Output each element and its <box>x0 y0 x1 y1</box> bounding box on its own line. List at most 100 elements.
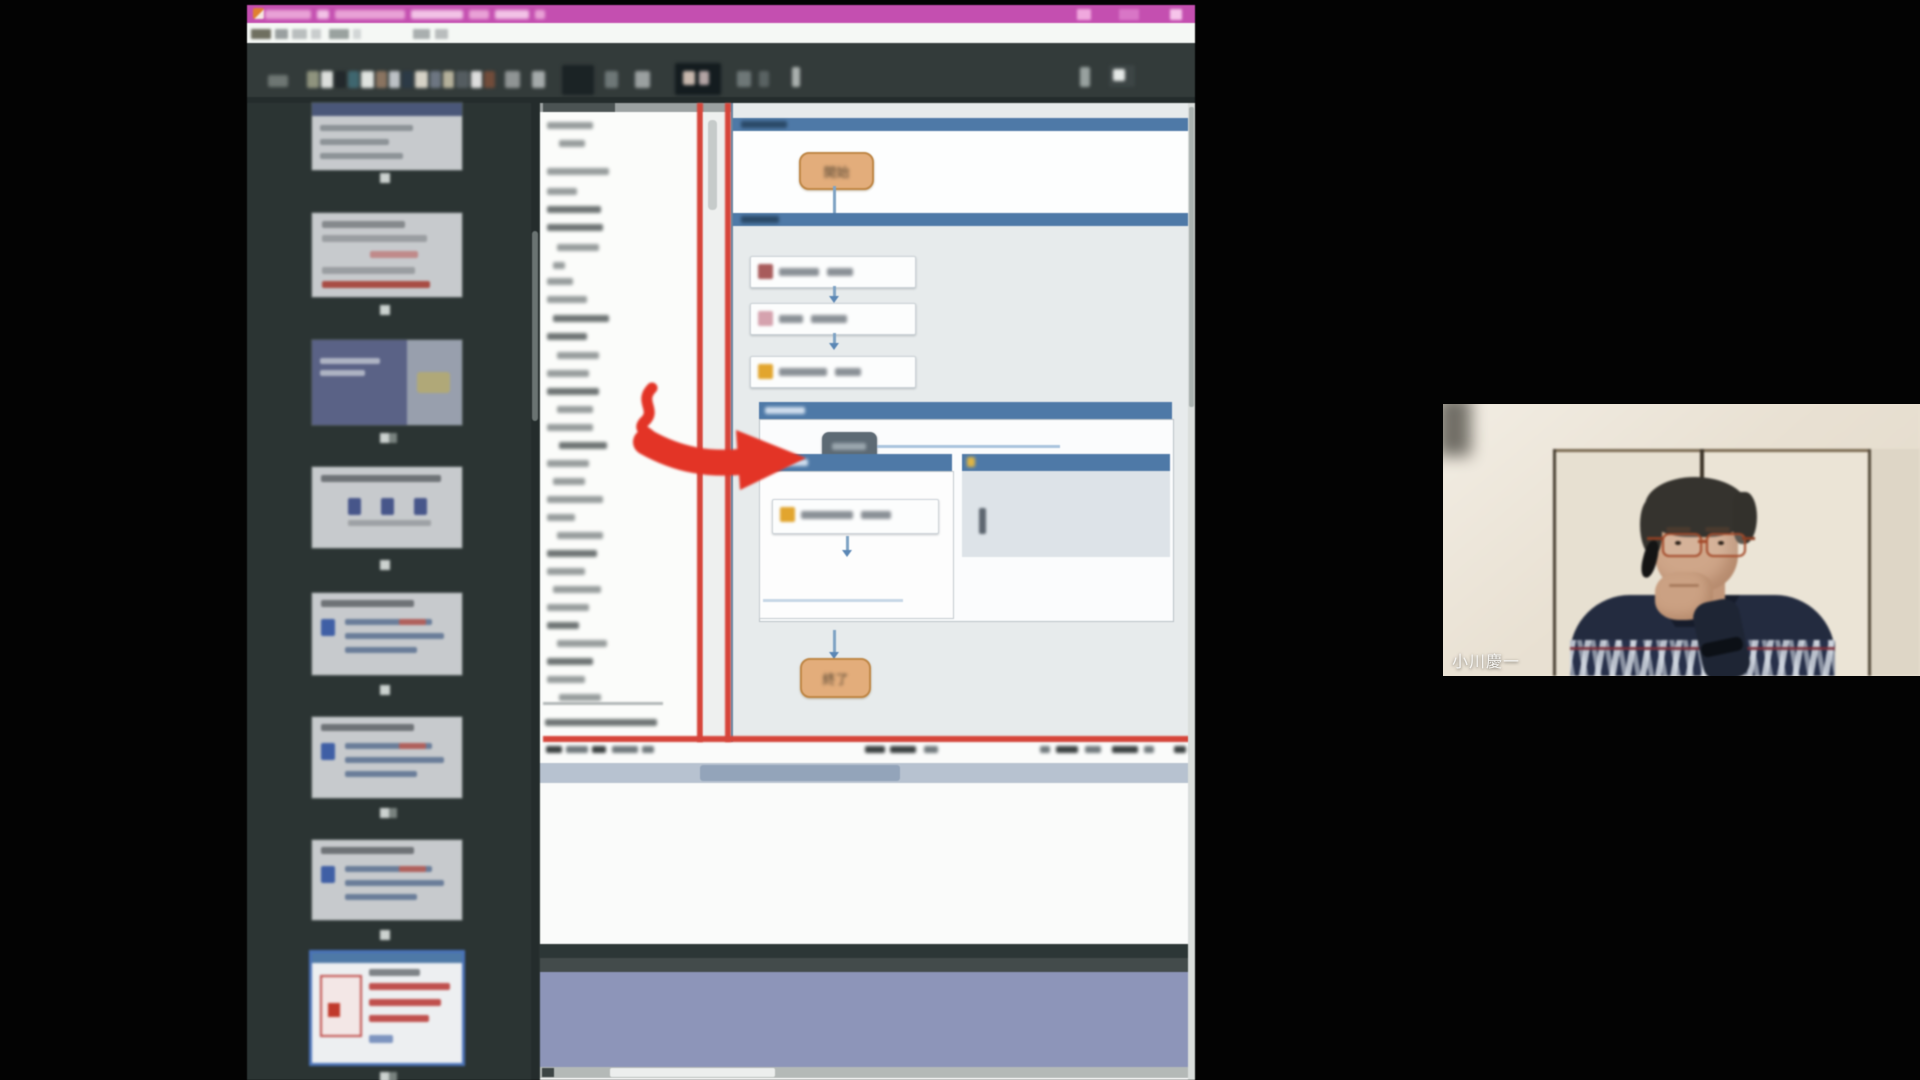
window-title-blob <box>495 10 529 19</box>
wall-right-strip <box>1871 449 1920 676</box>
thumbnail-scrollbar[interactable] <box>531 103 539 1080</box>
minimize-button[interactable] <box>1077 9 1091 20</box>
ribbon-icon[interactable] <box>389 71 400 88</box>
ribbon-icon[interactable] <box>792 67 800 87</box>
window-titlebar[interactable] <box>247 5 1195 23</box>
connector-arrow <box>829 343 839 350</box>
ribbon-icon[interactable] <box>430 71 441 88</box>
slide-number-badge <box>380 433 390 443</box>
outline-row <box>547 224 603 231</box>
outline-row <box>547 550 597 557</box>
outline-row <box>547 278 573 285</box>
toolbar-icon[interactable] <box>311 29 321 39</box>
ribbon-icon[interactable] <box>699 71 709 85</box>
ribbon-icon[interactable] <box>376 71 387 88</box>
toolbar-icon[interactable] <box>353 29 361 39</box>
presentation-app-icon <box>253 8 264 19</box>
slide-dark-band-2 <box>540 958 1190 972</box>
ribbon-icon[interactable] <box>505 71 520 88</box>
slide-thumbnail[interactable] <box>312 467 462 548</box>
ribbon-icon[interactable] <box>268 75 288 87</box>
outline-row <box>545 719 657 726</box>
ribbon-icon[interactable] <box>605 71 618 88</box>
slide-number-badge <box>380 1072 390 1080</box>
slide-thumbnail[interactable] <box>312 213 462 297</box>
ribbon-icon[interactable] <box>737 71 751 87</box>
knuckle-line <box>1669 584 1699 587</box>
maximize-button[interactable] <box>1119 9 1139 20</box>
toolbar-icon[interactable] <box>413 29 430 39</box>
connector-arrow <box>829 296 839 303</box>
toolbar-icon[interactable] <box>329 29 349 39</box>
ribbon-icon[interactable] <box>532 71 545 88</box>
ribbon-icon[interactable] <box>471 71 482 88</box>
slide-thumbnail[interactable] <box>312 840 462 920</box>
slide-footer-band <box>540 972 1190 1067</box>
slide-thumbnail[interactable] <box>312 340 462 425</box>
ribbon-icon[interactable] <box>683 71 695 85</box>
ribbon-icon[interactable] <box>759 71 769 87</box>
ribbon-icon[interactable] <box>456 71 469 88</box>
false-branch-body <box>962 471 1170 557</box>
ribbon-icon[interactable] <box>415 71 428 88</box>
ribbon-icon[interactable] <box>443 71 454 88</box>
slide-thumbnail[interactable] <box>312 717 462 798</box>
activity-box[interactable] <box>750 303 916 335</box>
ribbon-icon[interactable] <box>335 71 346 88</box>
eyebrow-right <box>1705 527 1730 532</box>
glasses-temple-right <box>1742 537 1755 540</box>
flowchart-end-node[interactable]: 終了 <box>800 658 871 698</box>
outline-row <box>553 478 585 485</box>
ribbon-icon[interactable] <box>484 71 495 88</box>
ribbon-icon[interactable] <box>402 71 413 88</box>
quick-access-toolbar[interactable] <box>247 23 1195 43</box>
inner-scrollbar-thumb[interactable] <box>708 120 717 210</box>
ribbon-icon[interactable] <box>562 65 594 95</box>
thumbnail-scrollbar-thumb[interactable] <box>532 231 538 421</box>
ribbon-toolbar[interactable] <box>247 43 1195 103</box>
vertical-scrollbar[interactable] <box>1188 103 1195 1080</box>
ribbon-icon[interactable] <box>1080 67 1090 87</box>
designer-section-bar <box>733 213 1192 226</box>
ribbon-icon[interactable] <box>1113 69 1125 81</box>
toolbar-icon[interactable] <box>292 29 307 39</box>
toolbar-icon[interactable] <box>275 29 288 39</box>
close-button[interactable] <box>1170 9 1182 20</box>
status-blob <box>924 746 938 753</box>
glasses-left-lens <box>1662 533 1702 557</box>
toolbar-icon[interactable] <box>251 29 271 39</box>
ribbon-icon[interactable] <box>348 71 359 88</box>
branch-connector <box>846 536 849 550</box>
slide-thumbnail[interactable] <box>312 593 462 675</box>
slide-canvas[interactable]: 開始 <box>540 103 1195 1080</box>
webcam-video-tile[interactable]: 小川慶一 <box>1443 404 1920 676</box>
outline-row <box>553 315 609 322</box>
slide-thumbnail[interactable] <box>312 953 462 1063</box>
ribbon-icon[interactable] <box>675 63 721 95</box>
outline-row <box>547 424 593 431</box>
toolbar-icon[interactable] <box>435 29 448 39</box>
ribbon-icon[interactable] <box>361 71 374 88</box>
ribbon-icon[interactable] <box>635 71 650 88</box>
branch-activity-box[interactable] <box>772 499 939 534</box>
nested-scope-header[interactable] <box>759 402 1172 419</box>
flowchart-start-node[interactable]: 開始 <box>799 152 874 190</box>
status-blob <box>546 746 562 753</box>
designer-header-bar <box>733 118 1192 131</box>
outline-row <box>547 388 599 395</box>
activity-box[interactable] <box>750 256 916 288</box>
ribbon-icon[interactable] <box>321 71 333 88</box>
slide-thumbnail[interactable] <box>312 103 462 170</box>
vertical-scrollbar-thumb[interactable] <box>1189 107 1194 407</box>
horizontal-scrollbar-thumb[interactable] <box>610 1068 775 1077</box>
status-blob <box>1112 746 1138 753</box>
branch-bottom-line <box>763 599 903 602</box>
outline-row <box>547 333 587 340</box>
false-branch-header[interactable] <box>962 454 1170 471</box>
status-blob <box>1174 746 1186 753</box>
slide-number-badge <box>380 305 390 315</box>
red-arrow-annotation <box>600 360 820 500</box>
start-node-label: 開始 <box>823 162 849 181</box>
ribbon-icon[interactable] <box>307 71 319 88</box>
horizontal-scrollbar[interactable] <box>540 1067 1190 1078</box>
